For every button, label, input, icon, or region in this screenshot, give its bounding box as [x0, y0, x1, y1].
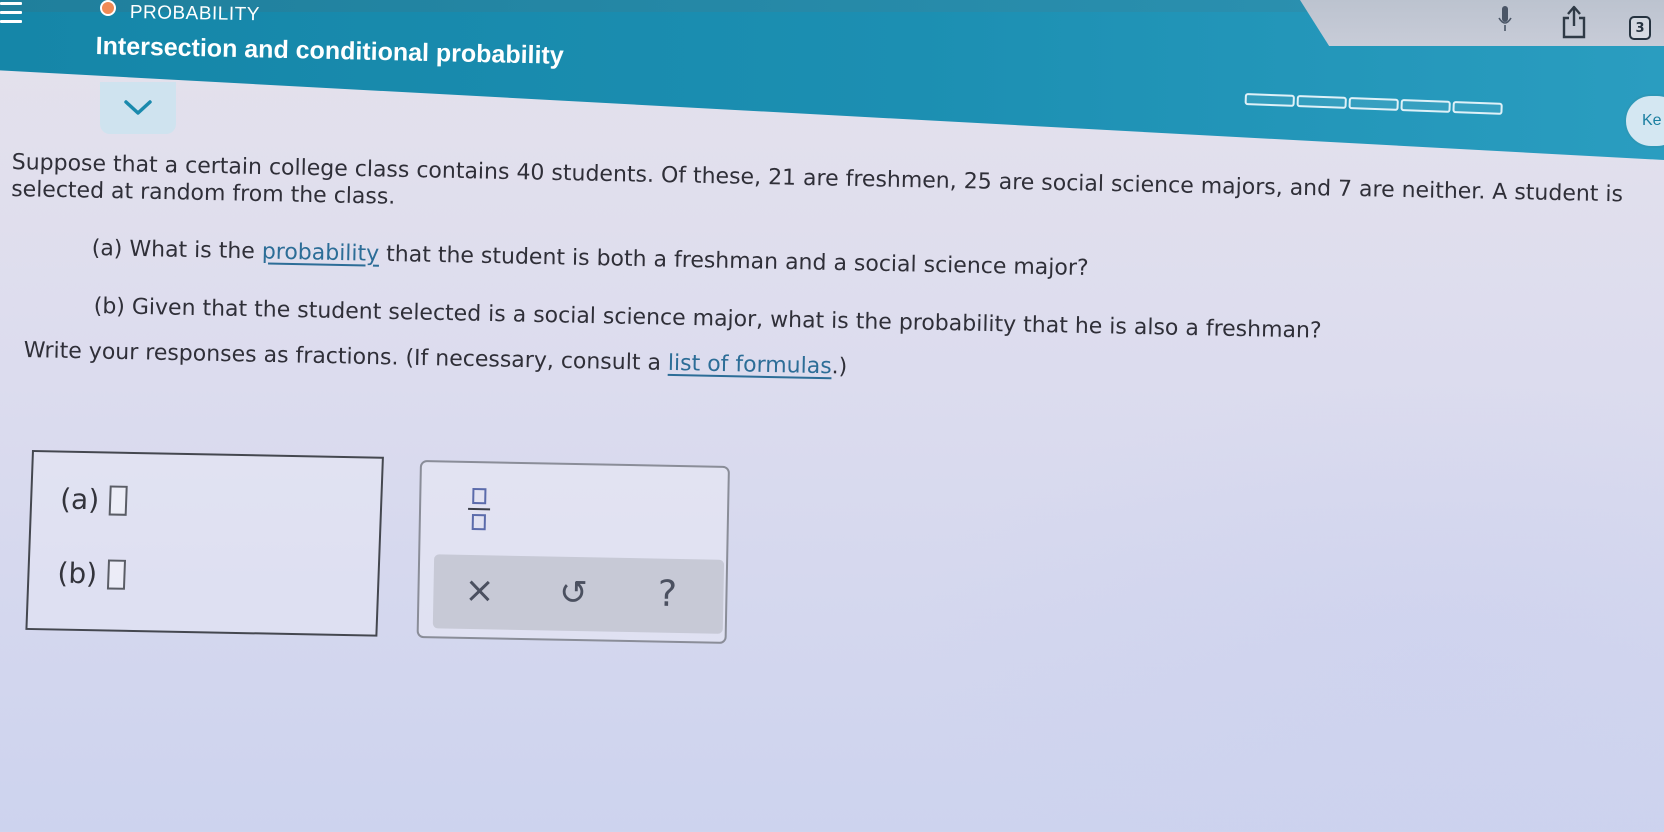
- expand-tab-button[interactable]: [100, 82, 176, 134]
- help-button[interactable]: ?: [647, 574, 688, 615]
- answer-box: (a) (b): [25, 450, 384, 637]
- question-a-suffix: that the student is both a freshman and …: [378, 241, 1089, 282]
- progress-segment: [1244, 93, 1295, 107]
- question-a-prefix: (a) What is the: [91, 236, 263, 265]
- fraction-button[interactable]: [461, 483, 498, 536]
- chevron-down-icon: [124, 100, 152, 115]
- keypad-action-bar: × ↺ ?: [432, 554, 725, 634]
- list-of-formulas-link[interactable]: list of formulas: [668, 351, 832, 379]
- problem-statement: Suppose that a certain college class con…: [11, 150, 1652, 235]
- answer-row-b: (b): [57, 557, 126, 591]
- answer-a-input[interactable]: [108, 484, 128, 516]
- fraction-bar-icon: [468, 507, 491, 511]
- progress-segment: [1348, 96, 1399, 111]
- question-a: (a) What is the probability that the stu…: [91, 236, 1088, 281]
- answer-b-label: (b): [56, 556, 98, 591]
- top-right-panel: [1300, 0, 1664, 46]
- progress-segment: [1400, 98, 1451, 113]
- record-indicator-icon: [100, 0, 116, 16]
- fraction-denominator-icon: [471, 514, 486, 531]
- fraction-numerator-icon: [472, 488, 487, 505]
- hamburger-menu-icon[interactable]: [0, 2, 22, 28]
- share-icon[interactable]: [1561, 4, 1587, 40]
- undo-button[interactable]: ↺: [553, 573, 594, 614]
- instructions: Write your responses as fractions. (If n…: [23, 338, 847, 380]
- question-b: (b) Given that the student selected is a…: [93, 294, 1322, 344]
- instructions-suffix: .): [831, 354, 848, 380]
- topic-label: PROBABILITY: [129, 2, 261, 26]
- instructions-prefix: Write your responses as fractions. (If n…: [23, 338, 669, 376]
- progress-segment: [1296, 94, 1347, 109]
- clear-button[interactable]: ×: [459, 570, 500, 612]
- answer-b-input[interactable]: [106, 558, 126, 590]
- probability-link[interactable]: probability: [262, 239, 380, 266]
- progress-segment: [1452, 100, 1503, 115]
- answer-row-a: (a): [60, 483, 128, 517]
- screen-glare: [900, 380, 1664, 832]
- math-keypad: × ↺ ?: [416, 460, 730, 644]
- microphone-icon[interactable]: [1494, 4, 1516, 34]
- notification-badge[interactable]: 3: [1629, 16, 1651, 40]
- answer-a-label: (a): [59, 482, 100, 517]
